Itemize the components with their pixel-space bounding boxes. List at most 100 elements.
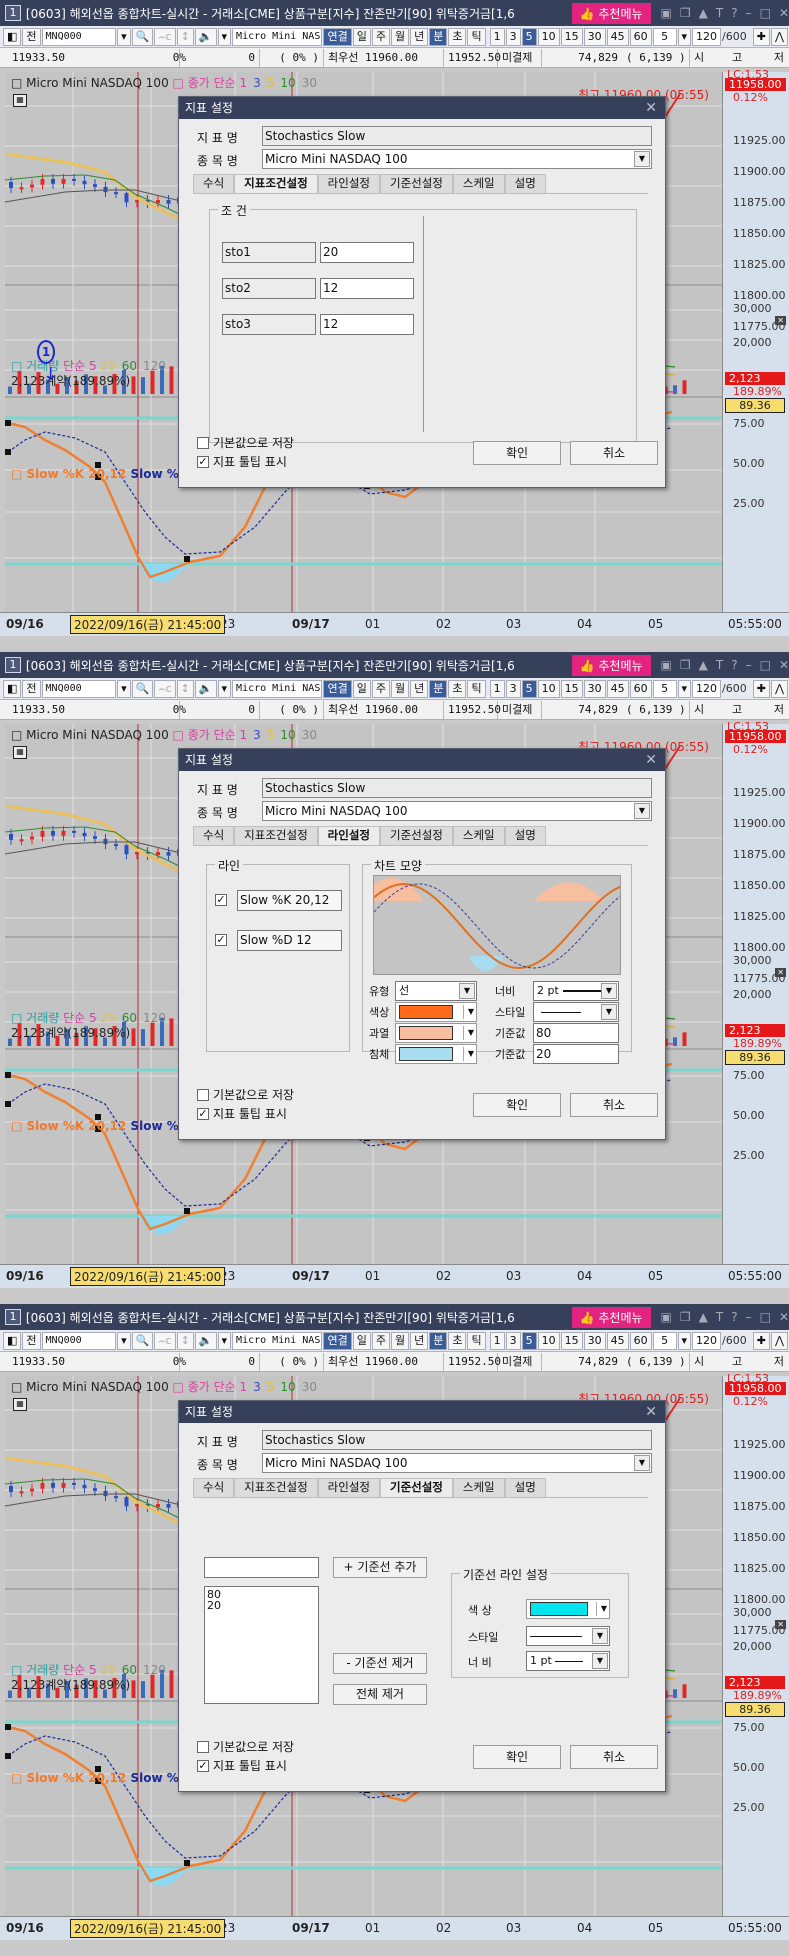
- panel-toggle-icon[interactable]: ◧: [3, 27, 22, 46]
- base-value-input[interactable]: 80: [533, 1023, 619, 1043]
- chevron-down-icon[interactable]: ▼: [592, 1628, 608, 1644]
- pane-close-icon[interactable]: ✕: [775, 316, 786, 325]
- tab-3[interactable]: 기준선설정: [379, 174, 453, 193]
- ok-button[interactable]: 확인: [473, 441, 561, 465]
- show-tooltip-box[interactable]: ✓: [197, 455, 209, 468]
- pane-close-icon[interactable]: ✕: [775, 1620, 786, 1629]
- line-type-select[interactable]: 선 ▼: [395, 981, 477, 1001]
- interval-dropdown-icon[interactable]: ▾: [677, 27, 692, 46]
- interval-button[interactable]: 3: [505, 27, 521, 46]
- interval-button[interactable]: 30: [583, 1331, 606, 1350]
- search-icon[interactable]: 🔍: [131, 1331, 154, 1350]
- tab-5[interactable]: 설명: [504, 174, 546, 193]
- chevron-down-icon[interactable]: ▼: [634, 803, 650, 819]
- chevron-down-icon[interactable]: ▼: [462, 1005, 474, 1019]
- base-line-item[interactable]: 20: [207, 1600, 316, 1611]
- font-icon[interactable]: T: [716, 658, 723, 672]
- close-icon[interactable]: ✕: [779, 1310, 789, 1324]
- signal-marker[interactable]: [5, 1101, 11, 1107]
- count-input[interactable]: 120: [692, 1331, 722, 1350]
- recommend-menu-button[interactable]: 👍 추천메뉴: [571, 1306, 651, 1328]
- interval-select[interactable]: 5: [652, 679, 677, 698]
- pin-icon[interactable]: ▲: [699, 658, 708, 672]
- interval-button[interactable]: 30: [583, 679, 606, 698]
- minimize-icon[interactable]: –: [746, 658, 752, 672]
- sound-icon[interactable]: 🔈: [194, 1331, 217, 1350]
- interval-button[interactable]: 5: [521, 1331, 537, 1350]
- tab-3[interactable]: 기준선설정: [379, 826, 453, 845]
- tab-0[interactable]: 수식: [193, 826, 235, 845]
- dialog-close-icon[interactable]: ✕: [645, 749, 657, 771]
- signal-marker[interactable]: [5, 420, 11, 426]
- tab-4[interactable]: 스케일: [452, 826, 505, 845]
- window-icon[interactable]: ❐: [680, 1310, 691, 1324]
- cancel-button[interactable]: 취소: [570, 1745, 658, 1769]
- tab-2[interactable]: 라인설정: [317, 826, 380, 845]
- tab-5[interactable]: 설명: [504, 1478, 546, 1497]
- sound-icon[interactable]: 🔈: [194, 27, 217, 46]
- window-icon[interactable]: ❐: [680, 6, 691, 20]
- line-width-select[interactable]: 2 pt ▼: [533, 981, 619, 1001]
- font-icon[interactable]: T: [716, 1310, 723, 1324]
- ok-button[interactable]: 확인: [473, 1093, 561, 1117]
- interval-button[interactable]: 3: [505, 679, 521, 698]
- interval-button[interactable]: 15: [560, 27, 583, 46]
- save-default-checkbox[interactable]: 기본값으로 저장: [197, 434, 294, 451]
- interval-button[interactable]: 60: [629, 679, 652, 698]
- sound-dropdown-icon[interactable]: ▾: [217, 27, 232, 46]
- pane-close-icon[interactable]: ✕: [775, 968, 786, 977]
- add-base-line-button[interactable]: + 기준선 추가: [333, 1557, 427, 1578]
- pin-icon[interactable]: ▲: [699, 6, 708, 20]
- maximize-icon[interactable]: □: [760, 658, 771, 672]
- symbol-code-input[interactable]: MNQ000: [41, 27, 117, 46]
- help-icon[interactable]: ?: [731, 658, 737, 672]
- period-button[interactable]: 일: [352, 1331, 371, 1350]
- compare-icon[interactable]: ⌢c: [154, 27, 176, 46]
- interval-button[interactable]: 45: [606, 1331, 629, 1350]
- signal-marker[interactable]: [184, 1860, 190, 1866]
- interval-dropdown-icon[interactable]: ▾: [677, 679, 692, 698]
- symbol-code-input[interactable]: MNQ000: [41, 679, 117, 698]
- spinner-icon[interactable]: ↕: [176, 1331, 194, 1350]
- interval-button[interactable]: 5: [521, 679, 537, 698]
- add-line-icon[interactable]: ⋀: [770, 679, 788, 698]
- add-indicator-icon[interactable]: ✚: [752, 1331, 770, 1350]
- symbol-dropdown-icon[interactable]: ▾: [117, 679, 131, 698]
- period-button[interactable]: 주: [371, 27, 390, 46]
- panel-toggle-icon[interactable]: ◧: [3, 679, 22, 698]
- minimize-icon[interactable]: –: [746, 6, 752, 20]
- show-tooltip-box[interactable]: ✓: [197, 1107, 209, 1120]
- close-icon[interactable]: ✕: [779, 6, 789, 20]
- close-icon[interactable]: ✕: [779, 658, 789, 672]
- period-button[interactable]: 초: [448, 1331, 467, 1350]
- spinner-icon[interactable]: ↕: [176, 679, 194, 698]
- remove-all-button[interactable]: 전체 제거: [333, 1684, 427, 1705]
- tab-4[interactable]: 스케일: [452, 1478, 505, 1497]
- chevron-down-icon[interactable]: ▼: [634, 1455, 650, 1471]
- interval-button[interactable]: 30: [583, 27, 606, 46]
- add-line-icon[interactable]: ⋀: [770, 27, 788, 46]
- recommend-menu-button[interactable]: 👍 추천메뉴: [571, 654, 651, 676]
- signal-marker[interactable]: [184, 1208, 190, 1214]
- color-picker[interactable]: ▼: [395, 1023, 477, 1043]
- grid-icon[interactable]: ▦: [13, 746, 27, 759]
- period-button[interactable]: 틱: [467, 679, 486, 698]
- interval-button[interactable]: 10: [537, 679, 560, 698]
- interval-button[interactable]: 3: [505, 1331, 521, 1350]
- add-indicator-icon[interactable]: ✚: [752, 27, 770, 46]
- link-button[interactable]: 연결: [323, 27, 352, 46]
- symbol-name-select[interactable]: Micro Mini NASDAQ 100 ▼: [262, 801, 652, 821]
- save-default-checkbox[interactable]: 기본값으로 저장: [197, 1738, 294, 1755]
- sound-icon[interactable]: 🔈: [194, 679, 217, 698]
- interval-dropdown-icon[interactable]: ▾: [677, 1331, 692, 1350]
- save-default-box[interactable]: [197, 436, 209, 449]
- interval-button[interactable]: 10: [537, 1331, 560, 1350]
- signal-marker[interactable]: [5, 1753, 11, 1759]
- chevron-down-icon[interactable]: ▼: [462, 1026, 474, 1040]
- symbol-name-select[interactable]: Micro Mini NASDAQ 100 ▼: [262, 1453, 652, 1473]
- period-button[interactable]: 년: [410, 27, 429, 46]
- save-default-box[interactable]: [197, 1088, 209, 1101]
- signal-marker[interactable]: [5, 449, 11, 455]
- period-button[interactable]: 초: [448, 679, 467, 698]
- symbol-dropdown-icon[interactable]: ▾: [117, 27, 131, 46]
